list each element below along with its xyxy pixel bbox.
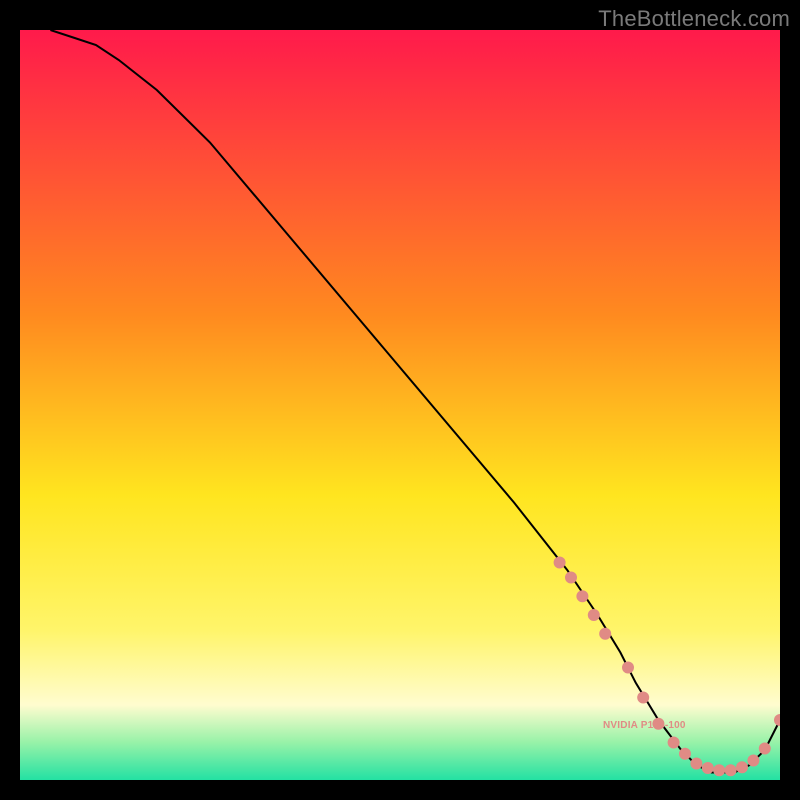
marker-point [702, 762, 714, 774]
chart-svg [20, 30, 780, 780]
marker-point [637, 692, 649, 704]
marker-point [576, 590, 588, 602]
marker-point [668, 737, 680, 749]
marker-point [690, 758, 702, 770]
marker-point [554, 557, 566, 569]
marker-point [565, 572, 577, 584]
marker-point [599, 628, 611, 640]
marker-point [725, 764, 737, 776]
marker-point [747, 755, 759, 767]
series-label: NVIDIA P106-100 [603, 720, 686, 731]
chart-area [20, 30, 780, 780]
gradient-background [20, 30, 780, 780]
marker-point [622, 662, 634, 674]
marker-point [588, 609, 600, 621]
watermark-text: TheBottleneck.com [598, 6, 790, 32]
marker-point [736, 761, 748, 773]
marker-point [759, 743, 771, 755]
marker-point [679, 748, 691, 760]
marker-point [713, 764, 725, 776]
